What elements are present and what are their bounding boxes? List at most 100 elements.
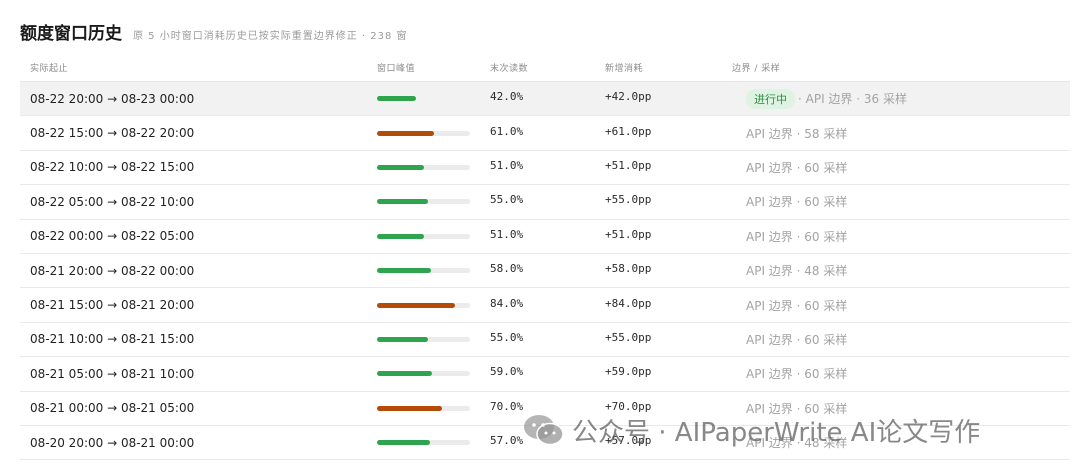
boundary-source: API 边界 · 60 采样 — [746, 220, 847, 253]
table-row[interactable]: 08-22 15:00 → 08-22 20:00 61.0% +61.0pp API… — [20, 116, 1070, 151]
peak-bar-fill — [377, 130, 434, 136]
source-text: API 边界 · 60 采样 — [746, 195, 848, 210]
peak-bar-fill — [377, 233, 425, 239]
peak-bar-cell — [377, 288, 470, 321]
window-range: 08-21 15:00 → 08-21 20:00 — [30, 298, 195, 313]
last-reading: 84.0% — [490, 296, 524, 310]
source-text: API 边界 · 60 采样 — [746, 332, 848, 347]
peak-bar-track — [377, 371, 470, 377]
last-reading: 57.0% — [490, 434, 524, 448]
peak-bar-track — [377, 405, 470, 411]
peak-bar-cell — [377, 151, 470, 184]
peak-bar-fill — [377, 302, 456, 308]
last-reading: 58.0% — [490, 262, 524, 276]
window-range: 08-21 05:00 → 08-21 10:00 — [30, 366, 195, 381]
boundary-source: API 边界 · 58 采样 — [746, 116, 847, 149]
peak-bar-track — [377, 96, 470, 102]
window-range: 08-22 05:00 → 08-22 10:00 — [30, 194, 195, 209]
peak-bar-track — [377, 440, 470, 446]
peak-bar-track — [377, 268, 470, 274]
last-reading: 61.0% — [490, 124, 524, 138]
peak-bar-cell — [377, 357, 470, 390]
window-range: 08-22 10:00 → 08-22 15:00 — [30, 160, 195, 175]
table-row[interactable]: 08-21 20:00 → 08-22 00:00 58.0% +58.0pp API… — [20, 254, 1070, 289]
peak-bar-cell — [377, 116, 470, 149]
last-reading: 59.0% — [490, 365, 524, 379]
peak-bar-cell — [377, 426, 470, 459]
table-row[interactable]: 08-21 15:00 → 08-21 20:00 84.0% +84.0pp API… — [20, 288, 1070, 323]
peak-bar-cell — [377, 185, 470, 218]
peak-bar-track — [377, 199, 470, 205]
table-row[interactable]: 08-21 10:00 → 08-21 15:00 55.0% +55.0pp API… — [20, 323, 1070, 358]
last-reading: 51.0% — [490, 227, 524, 241]
window-range: 08-20 20:00 → 08-21 00:00 — [30, 435, 195, 450]
source-text: API 边界 · 60 采样 — [746, 367, 848, 382]
table-row[interactable]: 08-22 20:00 → 08-23 00:00 42.0% +42.0pp 进行中… — [20, 82, 1070, 117]
peak-bar-cell — [377, 392, 470, 425]
table-row[interactable]: 08-21 05:00 → 08-21 10:00 59.0% +59.0pp API… — [20, 357, 1070, 392]
peak-bar-fill — [377, 336, 429, 342]
peak-bar-fill — [377, 164, 425, 170]
peak-bar-track — [377, 336, 470, 342]
boundary-source: API 边界 · 60 采样 — [746, 151, 847, 184]
column-header-range[interactable]: 实际起止 — [30, 61, 68, 74]
peak-bar-fill — [377, 371, 432, 377]
peak-bar-track — [377, 164, 470, 170]
window-range: 08-21 10:00 → 08-21 15:00 — [30, 332, 195, 347]
last-reading: 42.0% — [490, 90, 524, 104]
status-badge: 进行中 — [746, 88, 795, 109]
peak-bar-cell — [377, 82, 470, 115]
peak-bar-fill — [377, 96, 417, 102]
watermark-text: 公众号 · AIPaperWrite AI论文写作 — [572, 417, 981, 448]
added-usage: +51.0pp — [605, 158, 652, 172]
added-usage: +59.0pp — [605, 365, 652, 379]
source-text: API 边界 · 60 采样 — [746, 160, 848, 175]
last-reading: 55.0% — [490, 193, 524, 207]
peak-bar-track — [377, 233, 470, 239]
watermark: 公众号 · AIPaperWrite AI论文写作 — [522, 410, 980, 450]
source-text: API 边界 · 48 采样 — [746, 264, 848, 279]
column-header-source[interactable]: 边界 / 采样 — [732, 61, 780, 74]
column-header-peak[interactable]: 窗口峰值 — [377, 61, 415, 74]
peak-bar-track — [377, 130, 470, 136]
window-range: 08-21 20:00 → 08-22 00:00 — [30, 263, 195, 278]
added-usage: +61.0pp — [605, 124, 652, 138]
boundary-source: API 边界 · 60 采样 — [746, 288, 847, 321]
table-row[interactable]: 08-22 10:00 → 08-22 15:00 51.0% +51.0pp API… — [20, 151, 1070, 186]
column-header-last-read[interactable]: 末次读数 — [490, 61, 528, 74]
peak-bar-fill — [377, 440, 430, 446]
peak-bar-fill — [377, 199, 429, 205]
peak-bar-fill — [377, 268, 431, 274]
column-header-added[interactable]: 新增消耗 — [605, 61, 643, 74]
window-range: 08-22 15:00 → 08-22 20:00 — [30, 126, 195, 141]
added-usage: +55.0pp — [605, 330, 652, 344]
last-reading: 55.0% — [490, 330, 524, 344]
peak-bar-cell — [377, 323, 470, 356]
added-usage: +42.0pp — [605, 90, 652, 104]
boundary-source: API 边界 · 60 采样 — [746, 185, 847, 218]
window-range: 08-22 20:00 → 08-23 00:00 — [30, 91, 195, 106]
window-range: 08-21 00:00 → 08-21 05:00 — [30, 401, 195, 416]
boundary-source: API 边界 · 48 采样 — [746, 254, 847, 287]
peak-bar-fill — [377, 405, 443, 411]
source-text: API 边界 · 60 采样 — [746, 298, 848, 313]
source-text: API 边界 · 58 采样 — [746, 126, 848, 141]
wechat-icon — [524, 415, 564, 446]
page-subtitle: 原 5 小时窗口消耗历史已按实际重置边界修正 · 238 窗 — [133, 31, 408, 42]
boundary-source: API 边界 · 60 采样 — [746, 323, 847, 356]
peak-bar-cell — [377, 254, 470, 287]
boundary-source: 进行中 · API 边界 · 36 采样 — [746, 82, 907, 115]
boundary-source: API 边界 · 60 采样 — [746, 357, 847, 390]
source-text: · API 边界 · 36 采样 — [798, 92, 907, 107]
table-row[interactable]: 08-22 05:00 → 08-22 10:00 55.0% +55.0pp API… — [20, 185, 1070, 220]
added-usage: +55.0pp — [605, 193, 652, 207]
table-header: 实际起止 窗口峰值 末次读数 新增消耗 边界 / 采样 — [20, 57, 1070, 82]
history-table-body: 08-22 20:00 → 08-23 00:00 42.0% +42.0pp 进行中… — [20, 82, 1070, 461]
added-usage: +51.0pp — [605, 227, 652, 241]
peak-bar-track — [377, 302, 470, 308]
peak-bar-cell — [377, 220, 470, 253]
table-row[interactable]: 08-22 00:00 → 08-22 05:00 51.0% +51.0pp API… — [20, 220, 1070, 254]
added-usage: +84.0pp — [605, 296, 652, 310]
last-reading: 70.0% — [490, 399, 524, 413]
page-title: 额度窗口历史 — [20, 24, 122, 44]
